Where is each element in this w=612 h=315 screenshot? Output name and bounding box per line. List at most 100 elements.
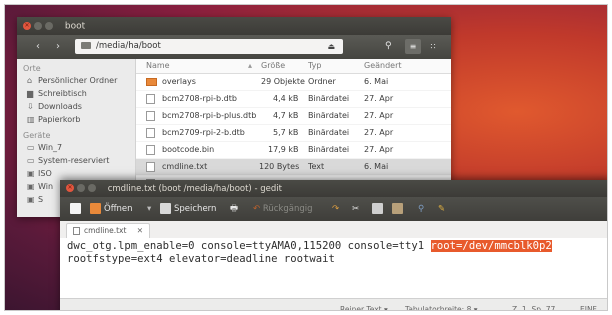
sidebar-item-label: Win [38,182,54,191]
undo-icon: ↶ [253,204,261,214]
file-size: 4,4 kB [273,94,299,103]
sidebar-item-label: Win_7 [38,143,63,152]
drive-icon: ▭ [27,143,35,152]
file-changed: 6. Mai [364,77,389,86]
text-line-1: dwc_otg.lpm_enable=0 console=ttyAMA0,115… [67,240,431,252]
tab-cmdline[interactable]: cmdline.txt ✕ [66,223,150,239]
column-header-type[interactable]: Typ [308,59,321,73]
file-type: Text [308,162,325,171]
copy-icon [372,203,383,214]
sidebar-section-devices: Geräte [23,131,51,140]
location-bar[interactable]: /media/ha/boot ⏏ [75,39,343,54]
open-recent-dropdown[interactable]: ▾ [147,203,151,215]
file-name: cmdline.txt [162,162,208,171]
paste-icon [392,203,403,214]
file-name: bcm2709-rpi-2-b.dtb [162,128,245,137]
sidebar-item-label: Papierkorb [38,115,81,124]
print-button[interactable]: 🖶 [230,203,238,215]
file-size: 17,9 kB [268,145,299,154]
screenshot-frame: ✕ boot ‹ › /media/ha/boot ⏏ ⚲ ≡ ∷ Orte ⌂… [4,4,608,311]
column-header-name[interactable]: Name [146,59,170,73]
sidebar-item-label: System-reserviert [38,156,110,165]
location-path: /media/ha/boot [96,41,161,51]
new-document-button[interactable] [70,203,84,215]
file-row-overlays[interactable]: overlays 29 Objekte Ordner 6. Mai [136,74,451,91]
gedit-titlebar: ✕ cmdline.txt (boot /media/ha/boot) - ge… [60,180,607,197]
back-button[interactable]: ‹ [29,40,47,54]
file-name: bcm2708-rpi-b-plus.dtb [162,111,257,120]
desktop-icon: ▆ [27,89,34,98]
sidebar-item-system-reserved[interactable]: ▭ System-reserviert [17,154,135,167]
paste-button[interactable] [392,203,406,215]
find-button[interactable]: ⚲ [418,203,424,215]
grid-view-button[interactable]: ∷ [425,39,441,54]
save-button[interactable]: Speichern [160,203,216,215]
text-editor-area[interactable]: dwc_otg.lpm_enable=0 console=ttyAMA0,115… [60,238,607,298]
file-changed: 6. Mai [364,162,389,171]
file-changed: 27. Apr [364,94,394,103]
cursor-position: Z. 1, Sp. 77 [512,305,556,311]
file-name: overlays [162,77,196,86]
file-size: 120 Bytes [259,162,300,171]
document-icon [73,227,80,235]
eject-icon[interactable]: ⏏ [327,39,335,54]
close-window-button[interactable]: ✕ [66,183,74,192]
close-tab-icon[interactable]: ✕ [137,224,143,238]
sidebar-item-trash[interactable]: ▥ Papierkorb [17,113,135,126]
gedit-toolbar: Öffnen ▾ Speichern 🖶 ↶ Rückgängig ↷ ✂ ⚲ … [60,197,607,221]
file-row-cmdline[interactable]: cmdline.txt 120 Bytes Text 6. Mai [136,159,451,176]
file-name: bcm2708-rpi-b.dtb [162,94,237,103]
tab-width-selector[interactable]: Tabulatorbreite: 8 ▾ [405,299,478,310]
forward-button[interactable]: › [49,40,67,54]
sidebar-item-iso[interactable]: ▣ ISO [17,167,135,180]
document-tabbar: cmdline.txt ✕ [60,221,607,239]
maximize-window-button[interactable] [88,183,96,192]
syntax-mode-selector[interactable]: Reiner Text ▾ [340,299,388,310]
folder-icon [146,78,157,86]
sidebar-item-downloads[interactable]: ⇩ Downloads [17,100,135,113]
tab-label: cmdline.txt [84,226,127,235]
file-manager-toolbar: ‹ › /media/ha/boot ⏏ ⚲ ≡ ∷ [17,35,451,59]
replace-button[interactable]: ✎ [438,203,445,215]
sidebar-item-label: ISO [38,169,52,178]
replace-icon: ✎ [438,204,446,214]
minimize-window-button[interactable] [34,21,42,30]
file-row-bootcode[interactable]: bootcode.bin 17,9 kB Binärdatei 27. Apr [136,142,451,159]
list-view-button[interactable]: ≡ [405,39,421,54]
selected-text: root=/dev/mmcblk0p2 [430,240,552,252]
insert-mode: EINF [580,305,597,311]
file-changed: 27. Apr [364,111,394,120]
undo-button[interactable]: ↶ Rückgängig [253,203,312,215]
sidebar-item-home[interactable]: ⌂ Persönlicher Ordner [17,74,135,87]
text-line-2: rootfstype=ext4 elevator=deadline rootwa… [67,253,335,265]
sidebar-item-label: Downloads [38,102,82,111]
minimize-window-button[interactable] [77,183,85,192]
cut-button[interactable]: ✂ [352,203,359,215]
file-row-bcm2708-rpi-b-plus[interactable]: bcm2708-rpi-b-plus.dtb 4,7 kB Binärdatei… [136,108,451,125]
close-window-button[interactable]: ✕ [23,21,31,30]
column-header-changed[interactable]: Geändert [364,59,402,73]
redo-button[interactable]: ↷ [332,203,339,215]
file-row-bcm2708-rpi-b[interactable]: bcm2708-rpi-b.dtb 4,4 kB Binärdatei 27. … [136,91,451,108]
file-changed: 27. Apr [364,145,394,154]
maximize-window-button[interactable] [45,21,53,30]
folder-open-icon [90,203,101,214]
sidebar-item-label: S [38,195,44,204]
file-type: Ordner [308,77,336,86]
scissors-icon: ✂ [352,204,360,214]
file-row-bcm2709-rpi-2-b[interactable]: bcm2709-rpi-2-b.dtb 5,7 kB Binärdatei 27… [136,125,451,142]
file-type: Binärdatei [308,111,350,120]
file-manager-titlebar: ✕ boot [17,17,451,35]
save-icon [160,203,171,214]
sidebar-item-desktop[interactable]: ▆ Schreibtisch [17,87,135,100]
save-label: Speichern [174,204,217,214]
open-button[interactable]: Öffnen [90,203,133,215]
file-type: Binärdatei [308,128,350,137]
print-icon: 🖶 [230,204,239,214]
file-size: 5,7 kB [273,128,299,137]
sidebar-item-win7[interactable]: ▭ Win_7 [17,141,135,154]
text-file-icon [146,162,155,172]
column-header-size[interactable]: Größe [261,59,285,73]
search-icon[interactable]: ⚲ [385,41,392,51]
copy-button[interactable] [372,203,386,215]
